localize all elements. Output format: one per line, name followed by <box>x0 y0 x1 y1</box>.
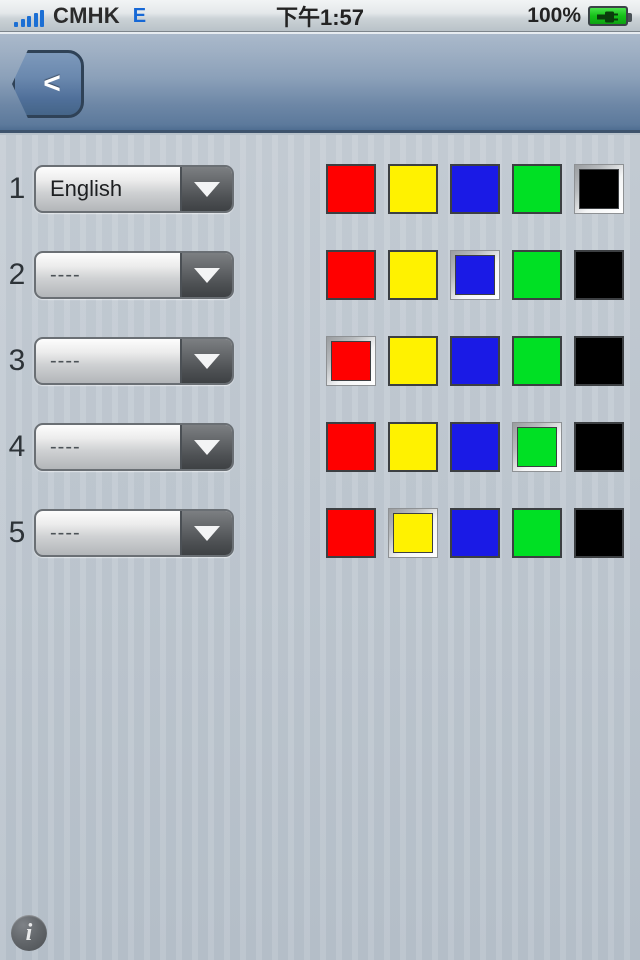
color-chip <box>512 336 562 386</box>
color-chip <box>574 250 624 300</box>
color-swatch-red[interactable] <box>326 164 376 214</box>
color-swatch-black[interactable] <box>574 250 624 300</box>
chevron-down-icon[interactable] <box>180 253 232 297</box>
color-chip <box>326 508 376 558</box>
row-index-label: 2 <box>8 258 26 291</box>
color-swatch-group <box>326 415 624 479</box>
navigation-bar: < <box>0 32 640 133</box>
settings-row: 5 ---- <box>0 501 640 565</box>
color-chip <box>388 250 438 300</box>
color-swatch-green[interactable] <box>512 336 562 386</box>
status-bar: CMHK E 下午1:57 100% <box>0 0 640 32</box>
color-chip <box>455 255 495 295</box>
language-dropdown-1[interactable]: English <box>34 165 234 213</box>
color-swatch-yellow[interactable] <box>388 508 438 558</box>
color-chip <box>388 164 438 214</box>
color-swatch-blue[interactable] <box>450 250 500 300</box>
language-dropdown-2[interactable]: ---- <box>34 251 234 299</box>
color-swatch-green[interactable] <box>512 508 562 558</box>
color-swatch-red[interactable] <box>326 250 376 300</box>
battery-charging-icon <box>588 5 632 26</box>
plug-glyph <box>597 11 618 22</box>
color-chip <box>450 422 500 472</box>
color-chip <box>512 508 562 558</box>
color-swatch-yellow[interactable] <box>388 164 438 214</box>
settings-row: 1 English <box>0 157 640 221</box>
language-dropdown-4[interactable]: ---- <box>34 423 234 471</box>
color-chip <box>517 427 557 467</box>
color-chip <box>331 341 371 381</box>
color-swatch-green[interactable] <box>512 164 562 214</box>
settings-row: 2 ---- <box>0 243 640 307</box>
language-dropdown-3[interactable]: ---- <box>34 337 234 385</box>
triangle-glyph <box>194 353 220 369</box>
color-chip <box>326 250 376 300</box>
row-index-label: 5 <box>8 516 26 549</box>
dropdown-selected-value: ---- <box>50 349 81 372</box>
color-chip <box>512 164 562 214</box>
row-index-label: 1 <box>8 172 26 205</box>
chevron-left-icon: < <box>43 67 61 100</box>
color-swatch-red[interactable] <box>326 422 376 472</box>
color-swatch-black[interactable] <box>574 164 624 214</box>
row-index-label: 3 <box>8 344 26 377</box>
color-swatch-group <box>326 157 624 221</box>
status-bar-right: 100% <box>527 3 632 28</box>
color-chip <box>579 169 619 209</box>
triangle-glyph <box>194 525 220 541</box>
language-dropdown-5[interactable]: ---- <box>34 509 234 557</box>
color-swatch-green[interactable] <box>512 250 562 300</box>
color-swatch-yellow[interactable] <box>388 422 438 472</box>
color-swatch-blue[interactable] <box>450 164 500 214</box>
color-chip <box>326 422 376 472</box>
color-swatch-group <box>326 501 624 565</box>
color-chip <box>450 508 500 558</box>
color-swatch-black[interactable] <box>574 336 624 386</box>
color-swatch-blue[interactable] <box>450 336 500 386</box>
color-chip <box>450 336 500 386</box>
chevron-down-icon[interactable] <box>180 167 232 211</box>
color-swatch-black[interactable] <box>574 508 624 558</box>
color-chip <box>326 164 376 214</box>
main-content: 1 English 2 ---- 3 ---- 4 ---- 5 ---- <box>0 135 640 960</box>
color-swatch-yellow[interactable] <box>388 250 438 300</box>
chevron-down-icon[interactable] <box>180 425 232 469</box>
chevron-down-icon[interactable] <box>180 339 232 383</box>
color-swatch-red[interactable] <box>326 336 376 386</box>
triangle-glyph <box>194 181 220 197</box>
color-chip <box>450 164 500 214</box>
settings-row: 3 ---- <box>0 329 640 393</box>
color-swatch-group <box>326 329 624 393</box>
row-index-label: 4 <box>8 430 26 463</box>
color-swatch-blue[interactable] <box>450 508 500 558</box>
dropdown-selected-value: ---- <box>50 435 81 458</box>
info-icon[interactable]: i <box>11 915 47 951</box>
color-chip <box>393 513 433 553</box>
color-swatch-group <box>326 243 624 307</box>
color-chip <box>512 250 562 300</box>
back-button[interactable]: < <box>12 50 84 118</box>
triangle-glyph <box>194 439 220 455</box>
color-swatch-green[interactable] <box>512 422 562 472</box>
color-swatch-black[interactable] <box>574 422 624 472</box>
dropdown-selected-value: ---- <box>50 263 81 286</box>
color-swatch-blue[interactable] <box>450 422 500 472</box>
chevron-down-icon[interactable] <box>180 511 232 555</box>
triangle-glyph <box>194 267 220 283</box>
color-chip <box>574 422 624 472</box>
dropdown-selected-value: English <box>50 176 123 201</box>
color-swatch-red[interactable] <box>326 508 376 558</box>
color-chip <box>388 422 438 472</box>
dropdown-selected-value: ---- <box>50 521 81 544</box>
color-chip <box>574 336 624 386</box>
settings-row: 4 ---- <box>0 415 640 479</box>
color-chip <box>388 336 438 386</box>
color-swatch-yellow[interactable] <box>388 336 438 386</box>
battery-percent-label: 100% <box>527 3 581 27</box>
color-chip <box>574 508 624 558</box>
